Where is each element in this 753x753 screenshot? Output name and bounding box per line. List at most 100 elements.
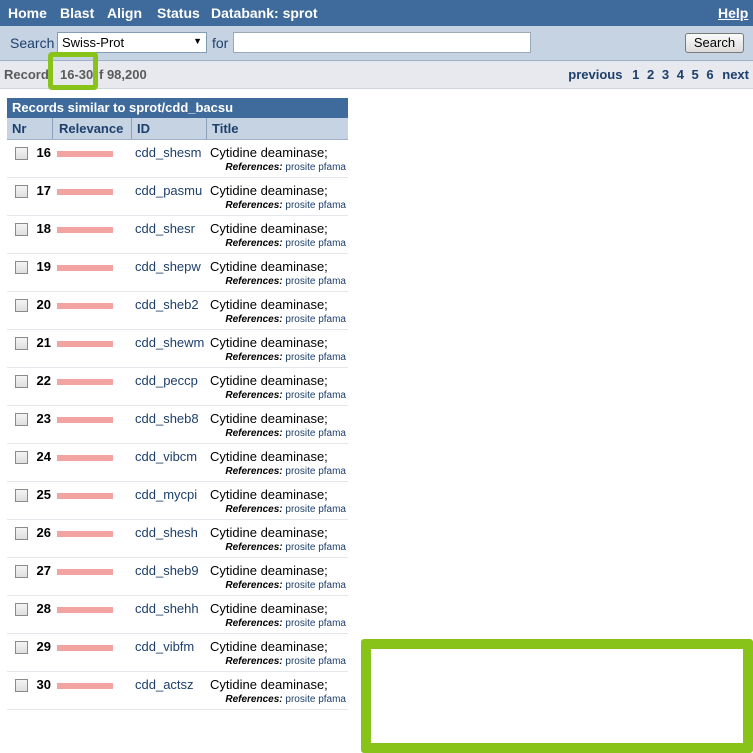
ref-link-pfama[interactable]: pfama xyxy=(318,580,346,591)
nav-home[interactable]: Home xyxy=(8,5,47,21)
row-references: References: prosite pfama xyxy=(225,694,346,705)
references-label: References: xyxy=(225,238,283,249)
row-checkbox[interactable] xyxy=(15,489,28,502)
ref-link-pfama[interactable]: pfama xyxy=(318,314,346,325)
ref-link-pfama[interactable]: pfama xyxy=(318,694,346,705)
column-nr[interactable]: Nr xyxy=(12,121,26,136)
row-checkbox[interactable] xyxy=(15,413,28,426)
ref-link-prosite[interactable]: prosite xyxy=(285,466,315,477)
row-id-link[interactable]: cdd_sheb2 xyxy=(135,297,199,312)
row-id-link[interactable]: cdd_shesm xyxy=(135,145,201,160)
ref-link-pfama[interactable]: pfama xyxy=(318,656,346,667)
pager-previous[interactable]: previous xyxy=(568,67,622,82)
databank-select[interactable]: Swiss-Prot ▼ xyxy=(57,32,207,53)
row-checkbox[interactable] xyxy=(15,147,28,160)
ref-link-prosite[interactable]: prosite xyxy=(285,504,315,515)
row-checkbox[interactable] xyxy=(15,679,28,692)
ref-link-prosite[interactable]: prosite xyxy=(285,314,315,325)
pager-page-1[interactable]: 1 xyxy=(632,67,639,82)
relevance-bar xyxy=(57,303,113,309)
ref-link-pfama[interactable]: pfama xyxy=(318,200,346,211)
ref-link-prosite[interactable]: prosite xyxy=(285,162,315,173)
results-title: Records similar to sprot/cdd_bacsu xyxy=(7,98,348,118)
ref-link-pfama[interactable]: pfama xyxy=(318,466,346,477)
references-label: References: xyxy=(225,390,283,401)
ref-link-prosite[interactable]: prosite xyxy=(285,542,315,553)
results-table: Records similar to sprot/cdd_bacsu Nr Re… xyxy=(7,98,348,710)
column-id[interactable]: ID xyxy=(137,121,150,136)
row-id-link[interactable]: cdd_sheb8 xyxy=(135,411,199,426)
row-checkbox[interactable] xyxy=(15,337,28,350)
ref-link-pfama[interactable]: pfama xyxy=(318,162,346,173)
row-id-link[interactable]: cdd_shesh xyxy=(135,525,198,540)
relevance-bar xyxy=(57,379,113,385)
nav-databank[interactable]: Databank: sprot xyxy=(211,5,318,21)
pager-page-4[interactable]: 4 xyxy=(677,67,684,82)
relevance-bar xyxy=(57,417,113,423)
column-relevance[interactable]: Relevance xyxy=(59,121,123,136)
row-id-link[interactable]: cdd_shesr xyxy=(135,221,195,236)
ref-link-prosite[interactable]: prosite xyxy=(285,200,315,211)
column-title[interactable]: Title xyxy=(212,121,239,136)
relevance-bar xyxy=(57,455,113,461)
ref-link-prosite[interactable]: prosite xyxy=(285,276,315,287)
row-title: Cytidine deaminase; xyxy=(210,487,328,502)
table-row: 27 cdd_sheb9 Cytidine deaminase; References… xyxy=(7,558,348,596)
row-checkbox[interactable] xyxy=(15,565,28,578)
ref-link-prosite[interactable]: prosite xyxy=(285,238,315,249)
ref-link-pfama[interactable]: pfama xyxy=(318,618,346,629)
row-checkbox[interactable] xyxy=(15,527,28,540)
row-references: References: prosite pfama xyxy=(225,238,346,249)
ref-link-prosite[interactable]: prosite xyxy=(285,428,315,439)
ref-link-prosite[interactable]: prosite xyxy=(285,390,315,401)
row-id-link[interactable]: cdd_sheb9 xyxy=(135,563,199,578)
row-id-link[interactable]: cdd_vibcm xyxy=(135,449,197,464)
row-id-link[interactable]: cdd_pasmu xyxy=(135,183,202,198)
row-id-link[interactable]: cdd_shewm xyxy=(135,335,204,350)
references-label: References: xyxy=(225,162,283,173)
search-button[interactable]: Search xyxy=(685,33,744,53)
pager-page-5[interactable]: 5 xyxy=(692,67,699,82)
ref-link-pfama[interactable]: pfama xyxy=(318,276,346,287)
pager-next[interactable]: next xyxy=(722,67,749,82)
row-id-link[interactable]: cdd_vibfm xyxy=(135,639,194,654)
ref-link-pfama[interactable]: pfama xyxy=(318,504,346,515)
row-checkbox[interactable] xyxy=(15,641,28,654)
relevance-bar xyxy=(57,683,113,689)
nav-status[interactable]: Status xyxy=(157,5,200,21)
row-checkbox[interactable] xyxy=(15,603,28,616)
ref-link-pfama[interactable]: pfama xyxy=(318,390,346,401)
pager-page-3[interactable]: 3 xyxy=(662,67,669,82)
row-id-link[interactable]: cdd_shehh xyxy=(135,601,199,616)
row-id-link[interactable]: cdd_actsz xyxy=(135,677,194,692)
nav-align[interactable]: Align xyxy=(107,5,142,21)
row-checkbox[interactable] xyxy=(15,375,28,388)
row-checkbox[interactable] xyxy=(15,261,28,274)
row-references: References: prosite pfama xyxy=(225,352,346,363)
row-checkbox[interactable] xyxy=(15,451,28,464)
ref-link-prosite[interactable]: prosite xyxy=(285,352,315,363)
row-number: 16 xyxy=(36,145,51,160)
ref-link-prosite[interactable]: prosite xyxy=(285,618,315,629)
row-checkbox[interactable] xyxy=(15,185,28,198)
row-title: Cytidine deaminase; xyxy=(210,335,328,350)
query-input[interactable] xyxy=(233,32,531,53)
ref-link-prosite[interactable]: prosite xyxy=(285,694,315,705)
row-checkbox[interactable] xyxy=(15,223,28,236)
row-id-link[interactable]: cdd_peccp xyxy=(135,373,198,388)
row-references: References: prosite pfama xyxy=(225,276,346,287)
row-id-link[interactable]: cdd_mycpi xyxy=(135,487,197,502)
pager-page-6[interactable]: 6 xyxy=(706,67,713,82)
ref-link-pfama[interactable]: pfama xyxy=(318,542,346,553)
ref-link-prosite[interactable]: prosite xyxy=(285,656,315,667)
ref-link-prosite[interactable]: prosite xyxy=(285,580,315,591)
ref-link-pfama[interactable]: pfama xyxy=(318,428,346,439)
pager-page-2[interactable]: 2 xyxy=(647,67,654,82)
row-checkbox[interactable] xyxy=(15,299,28,312)
row-number: 28 xyxy=(36,601,51,616)
help-link[interactable]: Help xyxy=(718,5,748,21)
ref-link-pfama[interactable]: pfama xyxy=(318,352,346,363)
ref-link-pfama[interactable]: pfama xyxy=(318,238,346,249)
row-id-link[interactable]: cdd_shepw xyxy=(135,259,201,274)
nav-blast[interactable]: Blast xyxy=(60,5,94,21)
